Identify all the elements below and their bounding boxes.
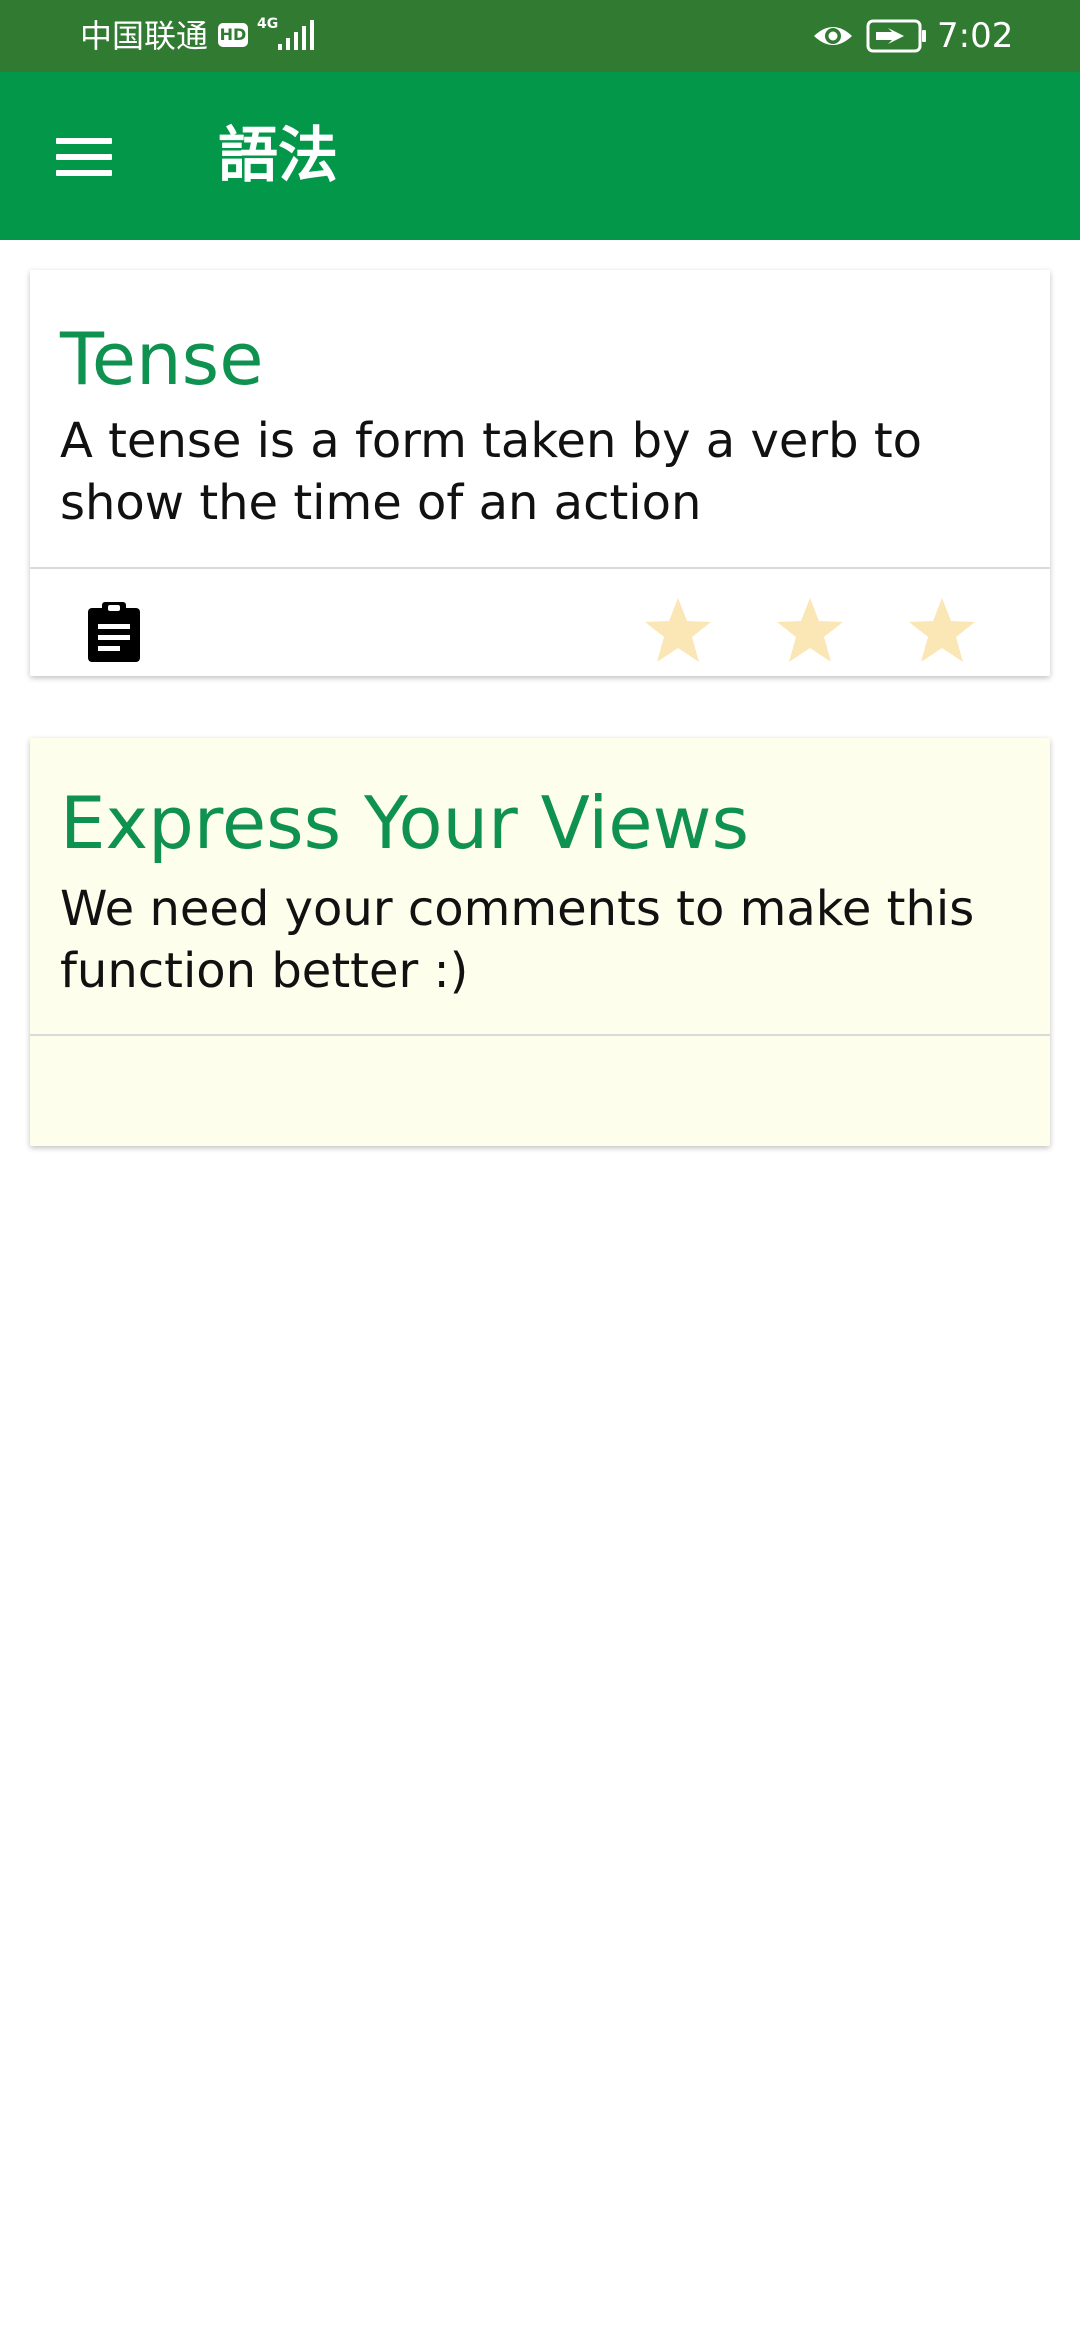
card-divider (30, 567, 1050, 569)
signal-icon (276, 20, 316, 52)
card-description: We need your comments to make this funct… (60, 881, 975, 999)
star-icon (645, 598, 711, 662)
rating-star-3[interactable] (897, 588, 987, 672)
eye-icon (812, 20, 854, 52)
app-bar: 語法 (0, 72, 1080, 240)
rating-star-1[interactable] (633, 588, 723, 672)
page-title: 語法 (218, 121, 338, 191)
star-icon (909, 598, 975, 662)
card-title: Express Your Views (60, 781, 749, 865)
star-icon (777, 598, 843, 662)
tense-card[interactable]: Tense A tense is a form taken by a verb … (30, 270, 1050, 676)
clipboard-icon (88, 602, 140, 662)
clipboard-button[interactable] (70, 588, 158, 676)
hd-badge: HD (218, 23, 248, 47)
carrier-name: 中国联通 (80, 17, 209, 55)
card-title: Tense (60, 317, 264, 401)
rating-star-2[interactable] (765, 588, 855, 672)
card-description: A tense is a form taken by a verb to sho… (60, 413, 923, 531)
status-bar: 中国联通 HD 4G 7:02 (0, 0, 1080, 72)
status-clock: 7:02 (937, 16, 1014, 56)
feedback-card[interactable]: Express Your Views We need your comments… (30, 738, 1050, 1146)
card-divider (30, 1034, 1050, 1036)
menu-button[interactable] (36, 114, 132, 198)
battery-charging-icon (866, 18, 928, 54)
